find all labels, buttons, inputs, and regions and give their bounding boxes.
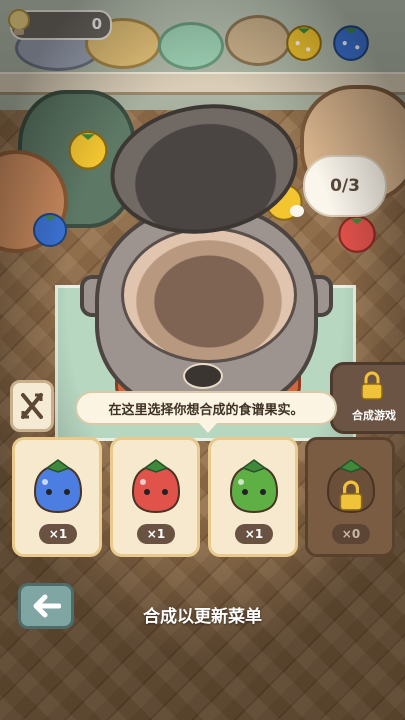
back-bowl-right: [225, 15, 291, 66]
synthesis-game-label: 合成游戏: [352, 409, 396, 422]
counter-fruit-yellow-icon: [68, 130, 108, 170]
tooltip-text: 在这里选择你想合成的食谱果实。: [108, 402, 304, 418]
recipe-progress: 0/3: [303, 155, 387, 217]
coin-count: 0: [91, 15, 102, 33]
recipe-progress-text: 0/3: [330, 176, 360, 196]
progress-cloud-tail: [290, 205, 304, 217]
hint-text: 合成以更新菜单: [143, 607, 262, 627]
synthesis-game-button[interactable]: 合成游戏: [330, 362, 405, 434]
recipe-card-locked[interactable]: ×0: [305, 437, 395, 557]
pot-interior: [121, 227, 297, 363]
red-fruit-icon: [131, 459, 181, 514]
recipe-card-red[interactable]: ×1: [110, 437, 200, 557]
shelf-fruit-yellow-icon: [286, 25, 322, 61]
counter-fruit-blue-icon: [33, 213, 67, 247]
recipe-card-green[interactable]: ×1: [208, 437, 298, 557]
instruction-tooltip: 在这里选择你想合成的食谱果实。: [75, 391, 337, 425]
lightbulb-coin-icon: [8, 9, 30, 35]
card-quantity: ×1: [137, 524, 175, 544]
blue-fruit-icon: [33, 459, 83, 514]
green-fruit-icon: [229, 459, 279, 514]
lock-icon: [361, 371, 383, 400]
tooltip-tail: [199, 423, 217, 433]
shuffle-icon: [21, 393, 43, 419]
card-quantity: ×0: [332, 524, 370, 544]
shuffle-button[interactable]: [10, 380, 54, 432]
pot-emblem: [183, 363, 223, 389]
recipe-card-blue[interactable]: ×1: [12, 437, 102, 557]
card-quantity: ×1: [235, 524, 273, 544]
card-quantity: ×1: [39, 524, 77, 544]
game-scene: 0 0/3 合成游戏 在这里选择你想合成的食谱果实。 ×1 ×1 ×1 ×0 合…: [0, 0, 405, 720]
lock-icon: [339, 480, 363, 511]
back-plate: [158, 22, 224, 70]
shelf-fruit-blue-icon: [333, 25, 369, 61]
